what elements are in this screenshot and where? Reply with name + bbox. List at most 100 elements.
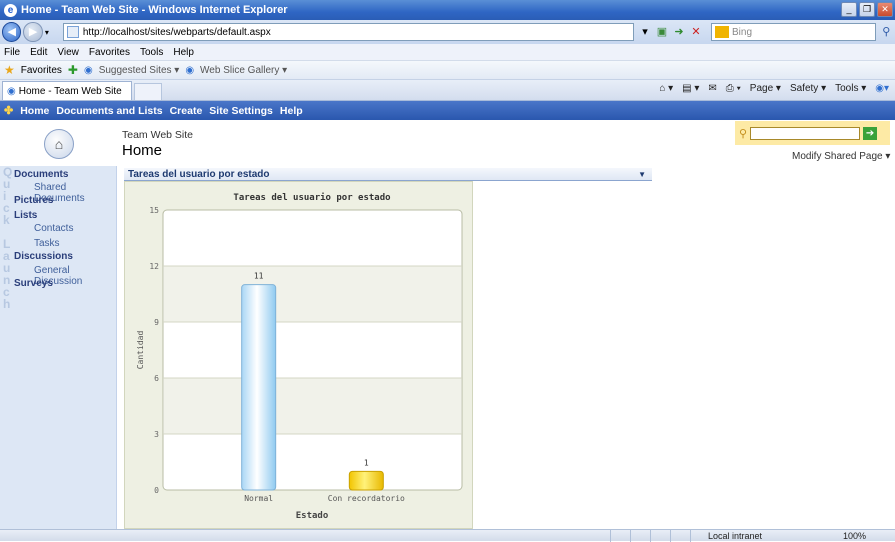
sp-top-navigation: ✤ Home Documents and Lists Create Site S… (0, 101, 895, 120)
grid-band (164, 266, 461, 322)
y-tick-label: 3 (154, 430, 159, 439)
favorites-star-icon: ★ (4, 63, 15, 77)
web-slice-icon: ◉ (185, 64, 195, 76)
menu-tools[interactable]: Tools (140, 47, 163, 58)
y-axis-ticks: 0 3 6 9 12 15 (149, 206, 159, 495)
y-tick-label: 6 (154, 374, 159, 383)
menu-edit[interactable]: Edit (30, 47, 47, 58)
bar-value-label: 1 (364, 458, 369, 467)
ql-discussions[interactable]: Discussions (14, 251, 73, 262)
chart-title: Tareas del usuario por estado (233, 192, 390, 203)
webpart-title-bar: Tareas del usuario por estado ▼ (124, 168, 652, 181)
refresh-icon[interactable]: ➜ (672, 25, 686, 39)
stop-icon[interactable]: ✕ (689, 25, 703, 39)
window-controls: _ ❐ ✕ (841, 2, 893, 17)
quick-launch: QuickLaunch Documents Shared Documents P… (0, 166, 117, 541)
address-row: ◀ ▶ ▾ http://localhost/sites/webparts/de… (0, 20, 895, 44)
new-tab-button[interactable] (134, 83, 162, 100)
sp-search-area: ⚲ ➔ (735, 121, 890, 145)
sp-search-input[interactable] (750, 126, 861, 140)
page-menu[interactable]: Page ▾ (750, 83, 781, 94)
suggested-sites-link[interactable]: Suggested Sites ▾ (99, 65, 180, 76)
mail-icon[interactable]: ✉ (708, 83, 716, 94)
sp-search-go-button[interactable]: ➔ (863, 126, 878, 140)
bar-con-recordatorio (348, 470, 384, 491)
bar-value-label: 11 (254, 272, 264, 281)
ql-contacts[interactable]: Contacts (34, 223, 73, 234)
ql-lists[interactable]: Lists (14, 210, 37, 221)
sp-search-icon: ⚲ (739, 127, 748, 140)
ql-documents[interactable]: Documents (14, 169, 68, 180)
status-separator (650, 530, 651, 542)
ql-tasks[interactable]: Tasks (34, 238, 60, 249)
command-bar: ⌂ ▾ ▤ ▾ ✉ ⎙ ▾ Page ▾ Safety ▾ Tools ▾ ◉▾ (659, 83, 889, 94)
ie-search-placeholder: Bing (732, 26, 753, 38)
bing-icon (715, 26, 729, 38)
search-icon[interactable]: ⚲ (878, 23, 895, 41)
x-tick-label: Normal (244, 494, 273, 503)
add-favorite-icon[interactable]: ✚ (68, 63, 78, 77)
menu-view[interactable]: View (57, 47, 79, 58)
suggested-sites-icon: ◉ (83, 64, 93, 76)
home-icon[interactable]: ⌂ ▾ (659, 83, 673, 94)
chart-panel: Tareas del usuario por estado 0 3 6 9 12 15 1… (124, 181, 473, 529)
modify-shared-page-link[interactable]: Modify Shared Page ▾ (792, 151, 890, 162)
y-axis-label: Cantidad (136, 331, 145, 370)
y-tick-label: 9 (154, 318, 159, 327)
print-icon[interactable]: ⎙ ▾ (726, 83, 741, 94)
favorites-bar: ★ Favorites ✚ ◉ Suggested Sites ▾ ◉ Web … (0, 61, 895, 80)
webpart-title: Tareas del usuario por estado (128, 168, 270, 180)
webpart-menu-icon[interactable]: ▼ (638, 170, 646, 179)
window-title: Home - Team Web Site - Windows Internet … (21, 4, 288, 16)
plot-area (162, 209, 463, 491)
y-tick-label: 15 (149, 206, 159, 215)
nav-help[interactable]: Help (280, 105, 303, 117)
nav-documents-and-lists[interactable]: Documents and Lists (56, 105, 162, 117)
forward-button[interactable]: ▶ (23, 22, 43, 42)
nav-home[interactable]: Home (20, 105, 49, 117)
window-title-bar: e Home - Team Web Site - Windows Interne… (0, 0, 895, 20)
safety-menu[interactable]: Safety ▾ (790, 83, 826, 94)
nav-site-settings[interactable]: Site Settings (209, 105, 273, 117)
status-separator (610, 530, 611, 542)
site-title[interactable]: Team Web Site (122, 129, 193, 141)
menu-bar: File Edit View Favorites Tools Help (0, 44, 895, 61)
ql-pictures[interactable]: Pictures (14, 195, 53, 206)
ql-surveys[interactable]: Surveys (14, 278, 53, 289)
help-icon[interactable]: ◉▾ (875, 83, 889, 94)
favorites-button[interactable]: Favorites (21, 65, 62, 76)
address-actions: ▾ ▣ ➜ ✕ (638, 25, 703, 39)
status-separator (690, 530, 691, 542)
menu-file[interactable]: File (4, 47, 20, 58)
nav-create[interactable]: Create (170, 105, 203, 117)
history-dropdown-icon[interactable]: ▾ (45, 28, 49, 37)
menu-favorites[interactable]: Favorites (89, 47, 130, 58)
feeds-icon[interactable]: ▤ ▾ (682, 83, 699, 94)
x-axis-label: Estado (296, 511, 329, 521)
sharepoint-logo-icon: ✤ (4, 105, 14, 117)
tab-page-icon: ◉ (7, 85, 16, 97)
close-button[interactable]: ✕ (877, 2, 893, 17)
menu-help[interactable]: Help (173, 47, 194, 58)
status-bar: Local intranet 100% (0, 529, 895, 542)
quick-launch-watermark: QuickLaunch (3, 165, 13, 311)
status-separator (630, 530, 631, 542)
bar-chart: Tareas del usuario por estado 0 3 6 9 12 15 1… (136, 192, 463, 521)
page-title: Home (122, 142, 163, 159)
back-button[interactable]: ◀ (2, 22, 22, 42)
status-separator (670, 530, 671, 542)
x-tick-label: Con recordatorio (328, 494, 405, 503)
bar-normal (241, 284, 277, 491)
web-slice-gallery-link[interactable]: Web Slice Gallery ▾ (200, 65, 287, 76)
tab-label: Home - Team Web Site (18, 85, 122, 97)
address-bar[interactable]: http://localhost/sites/webparts/default.… (62, 23, 634, 41)
page-icon (66, 26, 79, 38)
tools-menu[interactable]: Tools ▾ (835, 83, 866, 94)
address-dropdown-icon[interactable]: ▾ (638, 25, 652, 39)
minimize-button[interactable]: _ (841, 2, 857, 17)
compatibility-icon[interactable]: ▣ (655, 25, 669, 39)
maximize-button[interactable]: ❐ (859, 2, 875, 17)
tab-home[interactable]: ◉ Home - Team Web Site (2, 81, 132, 100)
zoom-level[interactable]: 100% (843, 531, 866, 541)
ie-search-box[interactable]: Bing (711, 23, 876, 41)
